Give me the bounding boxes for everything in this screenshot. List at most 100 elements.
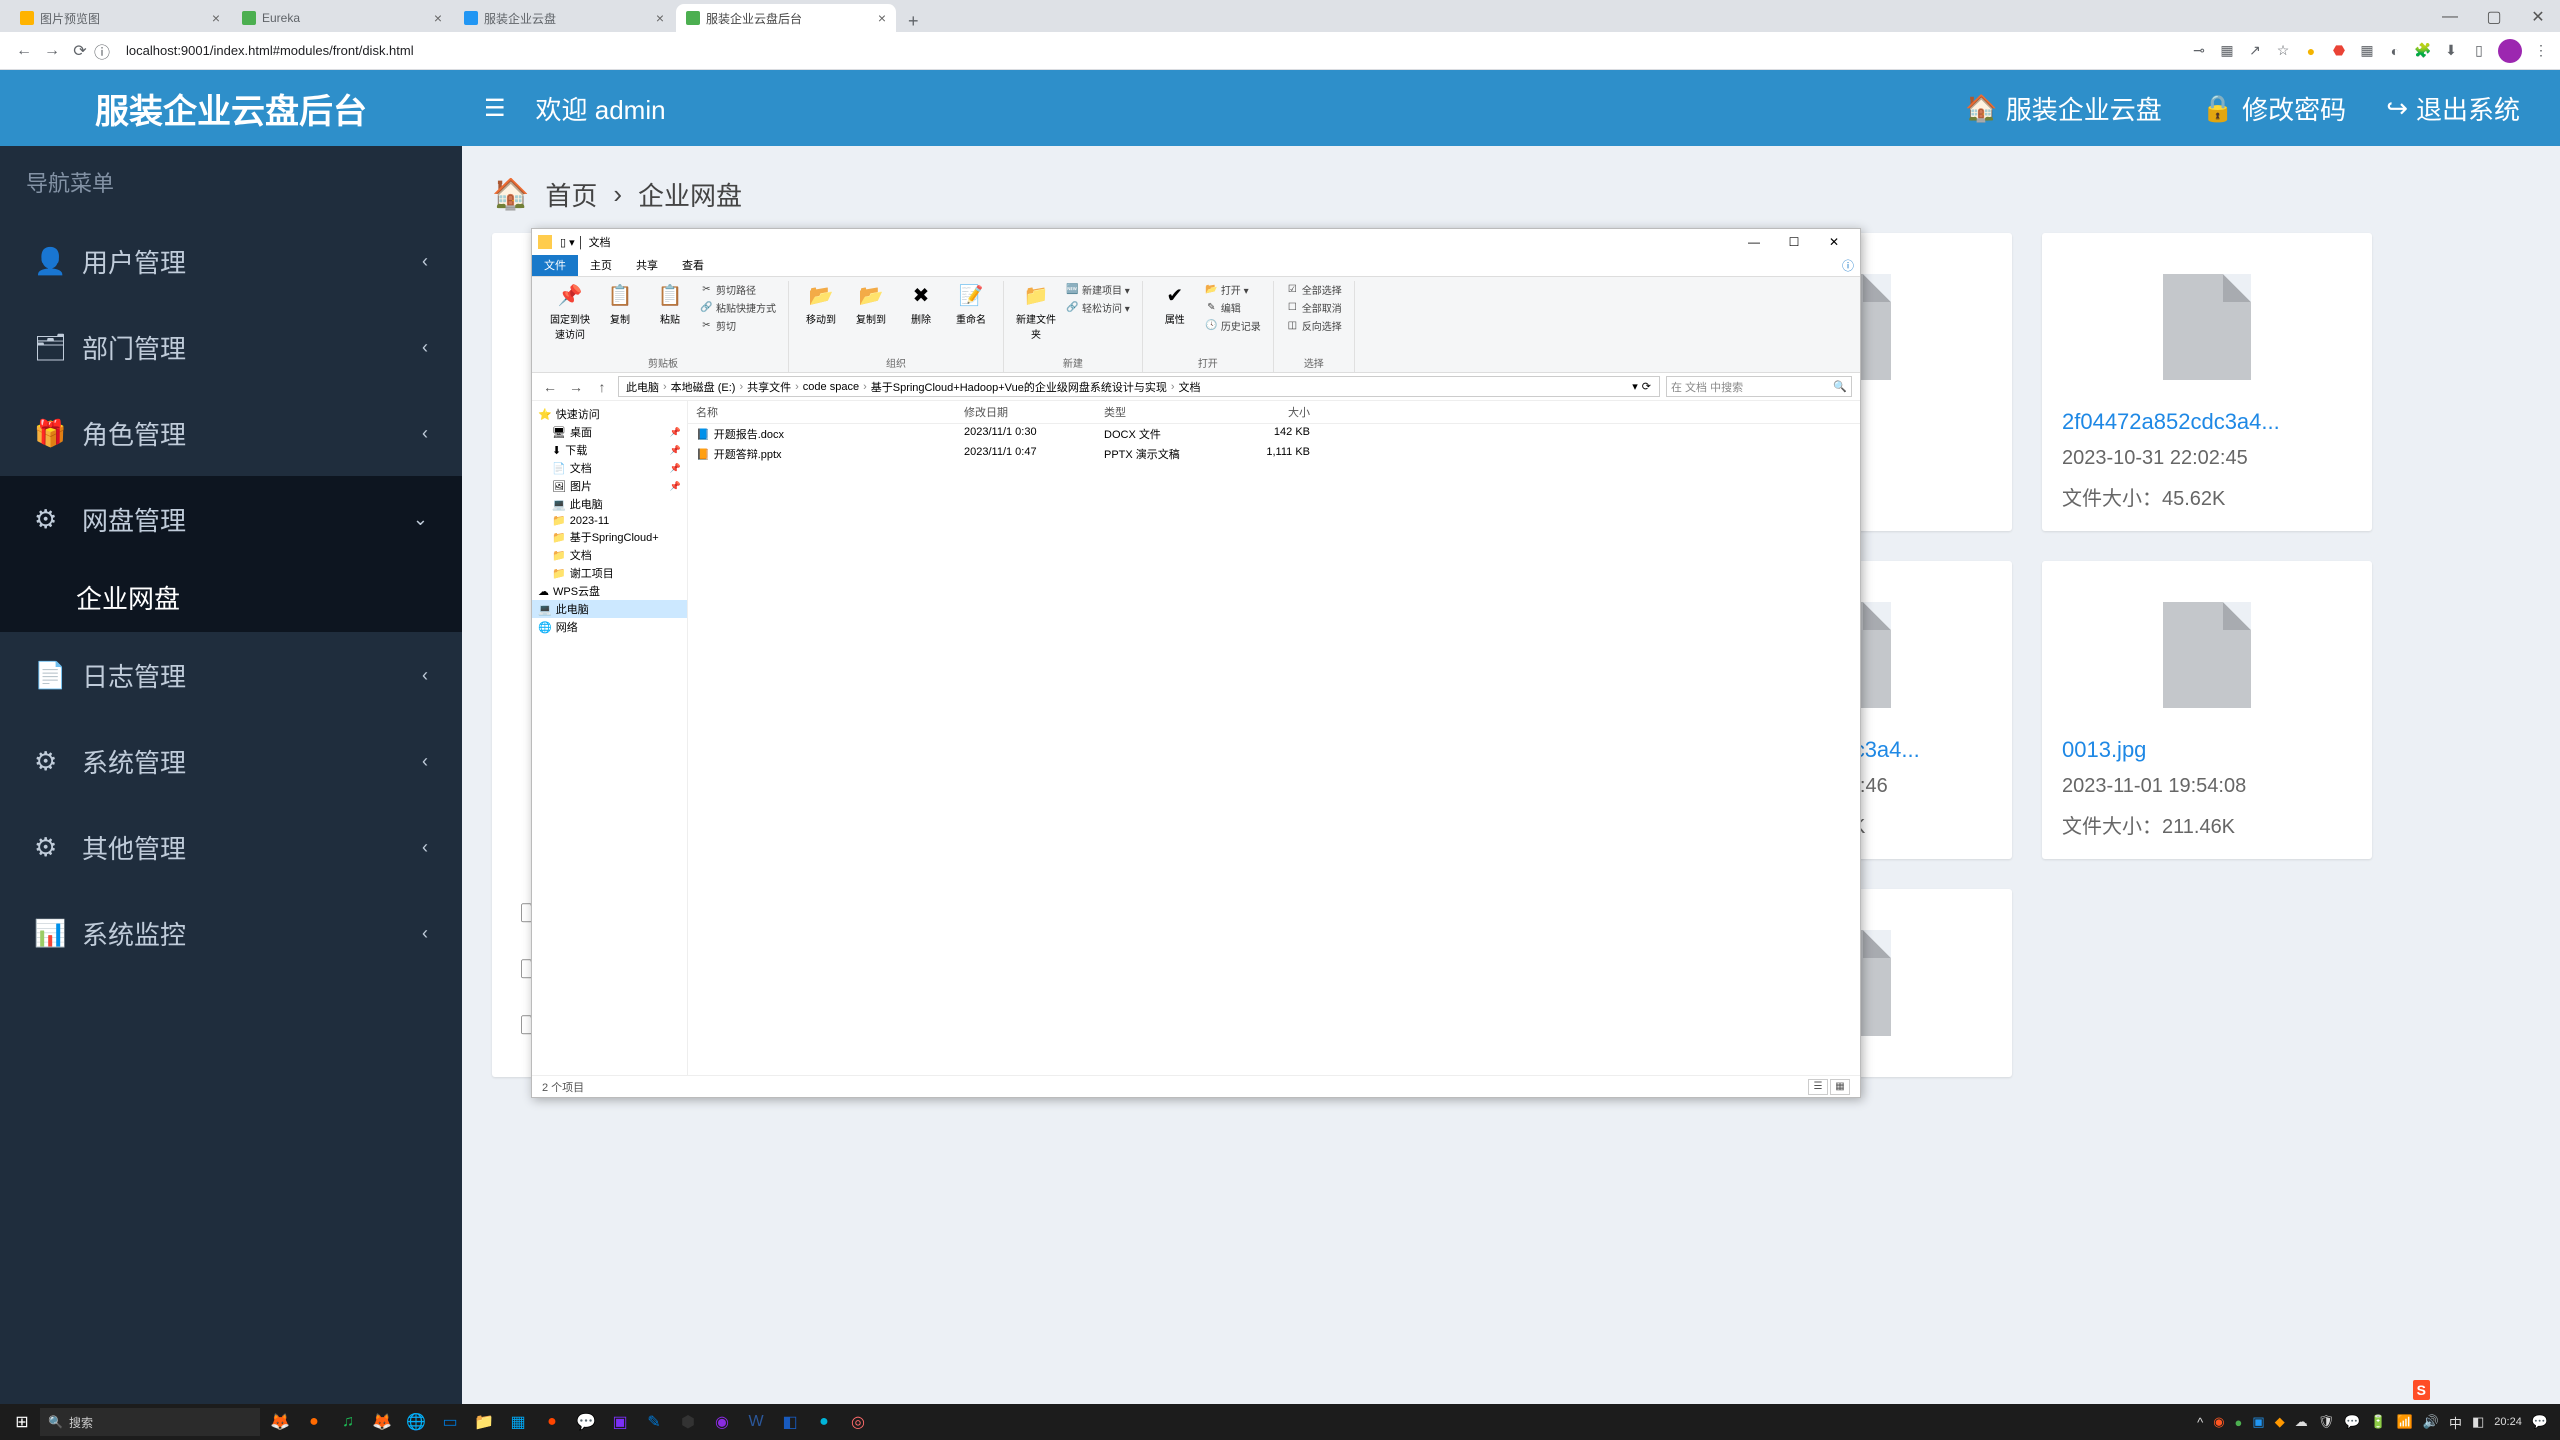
tray-icon[interactable]: ● (2235, 1415, 2243, 1430)
sidebar-item-log[interactable]: 📄日志管理‹ (0, 632, 462, 718)
tray-icon[interactable]: 🔋 (2370, 1414, 2386, 1430)
browser-tab[interactable]: Eureka× (232, 4, 452, 32)
ext-icon[interactable]: ⊸ (2190, 42, 2208, 60)
tree-item[interactable]: 📁谢工项目 (532, 564, 687, 582)
browser-tab[interactable]: 图片预览图× (10, 4, 230, 32)
taskbar-app[interactable]: W (740, 1404, 772, 1440)
nav-logout[interactable]: ↪退出系统 (2386, 90, 2520, 127)
col-type[interactable]: 类型 (1096, 401, 1218, 423)
window-max-icon[interactable]: ☐ (1774, 230, 1814, 254)
up-icon[interactable]: ↑ (592, 379, 612, 395)
taskbar-app[interactable]: ● (808, 1404, 840, 1440)
account-icon[interactable]: ▯ (2470, 42, 2488, 60)
ext-icon[interactable]: ▦ (2358, 42, 2376, 60)
breadcrumb-home[interactable]: 首页 (545, 176, 597, 213)
view-icons-icon[interactable]: ▦ (1830, 1079, 1850, 1095)
ext-icon[interactable]: ⬣ (2330, 42, 2348, 60)
taskbar-app[interactable]: ◎ (842, 1404, 874, 1440)
taskbar-app[interactable]: ✎ (638, 1404, 670, 1440)
cut-button[interactable]: ✂剪切 (698, 317, 778, 334)
edit-button[interactable]: ✎编辑 (1203, 299, 1263, 316)
file-row[interactable]: 📙开题答辩.pptx2023/11/1 0:47PPTX 演示文稿1,111 K… (688, 444, 1860, 464)
select-none-button[interactable]: ☐全部取消 (1284, 299, 1344, 316)
easy-access-button[interactable]: 🔗轻松访问 ▾ (1064, 299, 1132, 316)
history-button[interactable]: 🕓历史记录 (1203, 317, 1263, 334)
tree-item[interactable]: 🌐网络 (532, 618, 687, 636)
col-name[interactable]: 名称 (688, 401, 956, 423)
ext-icon[interactable]: ● (2302, 42, 2320, 60)
window-max-icon[interactable]: ▢ (2472, 2, 2516, 32)
sidebar-item-user[interactable]: 👤用户管理‹ (0, 218, 462, 304)
tree-item[interactable]: 📁文档 (532, 546, 687, 564)
forward-icon[interactable]: → (566, 379, 586, 395)
download-icon[interactable]: ⬇ (2442, 42, 2460, 60)
invert-select-button[interactable]: ◫反向选择 (1284, 317, 1344, 334)
ribbon-tab-view[interactable]: 查看 (670, 255, 716, 276)
tray-icon[interactable]: 💬 (2344, 1414, 2360, 1430)
close-icon[interactable]: × (434, 10, 442, 26)
taskbar-app[interactable]: ● (536, 1404, 568, 1440)
tray-icon[interactable]: ^ (2197, 1415, 2203, 1430)
home-icon[interactable]: 🏠 (492, 177, 529, 212)
tray-icon[interactable]: 🔊 (2423, 1414, 2439, 1430)
taskbar-app[interactable]: ♫ (332, 1404, 364, 1440)
help-icon[interactable]: ⓘ (1836, 255, 1860, 276)
ext-icon[interactable]: ▦ (2218, 42, 2236, 60)
ext-icon[interactable]: ↗ (2246, 42, 2264, 60)
taskbar-app[interactable]: 🦊 (264, 1404, 296, 1440)
tray-icon[interactable]: 🛡 (2318, 1414, 2335, 1430)
start-button[interactable]: ⊞ (4, 1404, 40, 1440)
file-row[interactable]: 📘开题报告.docx2023/11/1 0:30DOCX 文件142 KB (688, 424, 1860, 444)
ribbon-tab-share[interactable]: 共享 (624, 255, 670, 276)
forward-icon[interactable]: → (38, 37, 66, 65)
tray-icon[interactable]: ▣ (2252, 1414, 2264, 1430)
tray-icon[interactable]: ☁ (2295, 1414, 2308, 1430)
tray-icon[interactable]: ◆ (2275, 1414, 2285, 1430)
tray-icon[interactable]: 📶 (2397, 1414, 2413, 1430)
taskbar-app[interactable]: ◧ (774, 1404, 806, 1440)
reload-icon[interactable]: ⟳ (66, 37, 94, 65)
tree-item[interactable]: 💻此电脑 (532, 495, 687, 513)
hamburger-icon[interactable]: ☰ (484, 94, 506, 123)
view-details-icon[interactable]: ☰ (1808, 1079, 1828, 1095)
properties-button[interactable]: ✔属性 (1153, 281, 1197, 326)
taskbar-app[interactable]: ◉ (706, 1404, 738, 1440)
tree-item[interactable]: 🖼图片📌 (532, 477, 687, 495)
window-min-icon[interactable]: — (2428, 2, 2472, 32)
tree-item[interactable]: 📁2023-11 (532, 513, 687, 528)
taskbar-app[interactable]: ● (298, 1404, 330, 1440)
window-min-icon[interactable]: — (1734, 230, 1774, 254)
puzzle-icon[interactable]: 🧩 (2414, 42, 2432, 60)
ext-icon[interactable]: ◐ (2386, 42, 2404, 60)
delete-button[interactable]: ✖删除 (899, 281, 943, 326)
taskbar-app[interactable]: ▣ (604, 1404, 636, 1440)
tree-item[interactable]: ⬇下载📌 (532, 441, 687, 459)
nav-home[interactable]: 🏠服装企业云盘 (1965, 90, 2161, 127)
rename-button[interactable]: 📝重命名 (949, 281, 993, 326)
ime-sym[interactable]: ◧ (2472, 1414, 2484, 1430)
taskbar-app[interactable]: 🦊 (366, 1404, 398, 1440)
back-icon[interactable]: ← (540, 379, 560, 395)
col-date[interactable]: 修改日期 (956, 401, 1096, 423)
window-close-icon[interactable]: ✕ (2516, 2, 2560, 32)
sidebar-item-disk[interactable]: ⚙网盘管理⌄ (0, 476, 462, 562)
select-all-button[interactable]: ☑全部选择 (1284, 281, 1344, 298)
sidebar-item-system[interactable]: ⚙系统管理‹ (0, 718, 462, 804)
taskbar-app[interactable]: ▭ (434, 1404, 466, 1440)
taskbar-search[interactable]: 🔍搜索 (40, 1408, 260, 1436)
taskbar-app[interactable]: ⬢ (672, 1404, 704, 1440)
notification-icon[interactable]: 💬 (2532, 1414, 2548, 1430)
col-size[interactable]: 大小 (1218, 401, 1318, 423)
taskbar-app[interactable]: 💬 (570, 1404, 602, 1440)
cut-path-button[interactable]: ✂剪切路径 (698, 281, 778, 298)
tree-item[interactable]: ⭐快速访问 (532, 405, 687, 423)
sidebar-item-monitor[interactable]: 📊系统监控‹ (0, 890, 462, 976)
new-item-button[interactable]: 🆕新建项目 ▾ (1064, 281, 1132, 298)
file-card[interactable]: 2f04472a852cdc3a4...2023-10-31 22:02:45文… (2042, 233, 2372, 531)
menu-icon[interactable]: ⋮ (2532, 42, 2550, 60)
moveto-button[interactable]: 📂移动到 (799, 281, 843, 326)
taskbar-app[interactable]: 📁 (468, 1404, 500, 1440)
clock[interactable]: 20:24 (2494, 1416, 2522, 1428)
paste-button[interactable]: 📋粘贴 (648, 281, 692, 326)
copy-button[interactable]: 📋复制 (598, 281, 642, 326)
